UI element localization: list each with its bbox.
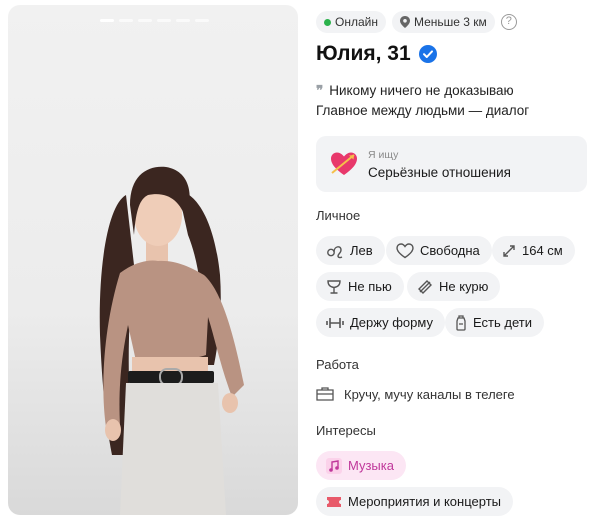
personal-title: Личное [316,208,361,223]
work-value: Кручу, мучу каналы в телеге [344,386,515,402]
resize-arrows-icon [503,244,515,257]
chip-relationship: Свободна [386,236,492,265]
work-row: Кручу, мучу каналы в телеге [316,386,515,402]
baby-bottle-icon [456,314,466,331]
interest-chip-music[interactable]: Музыка [316,451,406,480]
chip-smoking: Не курю [407,272,501,301]
photo-pagination [100,19,209,22]
music-note-icon [326,457,342,474]
interest-label: Музыка [348,458,394,473]
cigarette-crossed-icon [418,279,432,294]
chip-kids: Есть дети [445,308,544,337]
dumbbell-icon [326,317,344,328]
ticket-icon [327,496,341,507]
details-area: Личное Лев Свободна 164 см Не пью Не кур… [316,0,600,526]
heart-outline-icon [396,242,414,258]
chip-smoking-label: Не курю [439,279,489,294]
interest-chip-events[interactable]: Мероприятия и концерты [316,487,513,516]
chip-kids-label: Есть дети [473,315,532,330]
interest-label: Мероприятия и концерты [348,494,501,509]
photo-page-dot[interactable] [176,19,190,22]
chip-zodiac-label: Лев [350,243,373,258]
chip-relationship-label: Свободна [420,243,480,258]
chip-fitness-label: Держу форму [350,315,433,330]
photo-image [99,166,244,515]
chip-height-label: 164 см [522,243,563,258]
briefcase-icon [316,387,334,401]
leo-sign-icon [327,245,343,258]
chip-drinking: Не пью [316,272,404,301]
photo-page-dot[interactable] [100,19,114,22]
photo-page-dot[interactable] [195,19,209,22]
chip-fitness: Держу форму [316,308,445,337]
profile-photo[interactable] [8,5,298,515]
photo-page-dot[interactable] [138,19,152,22]
interests-title: Интересы [316,423,376,438]
glass-icon [327,279,341,294]
photo-page-dot[interactable] [119,19,133,22]
work-title: Работа [316,357,359,372]
chip-height: 164 см [492,236,575,265]
photo-page-dot[interactable] [157,19,171,22]
chip-zodiac: Лев [316,236,385,265]
chip-drinking-label: Не пью [348,279,392,294]
